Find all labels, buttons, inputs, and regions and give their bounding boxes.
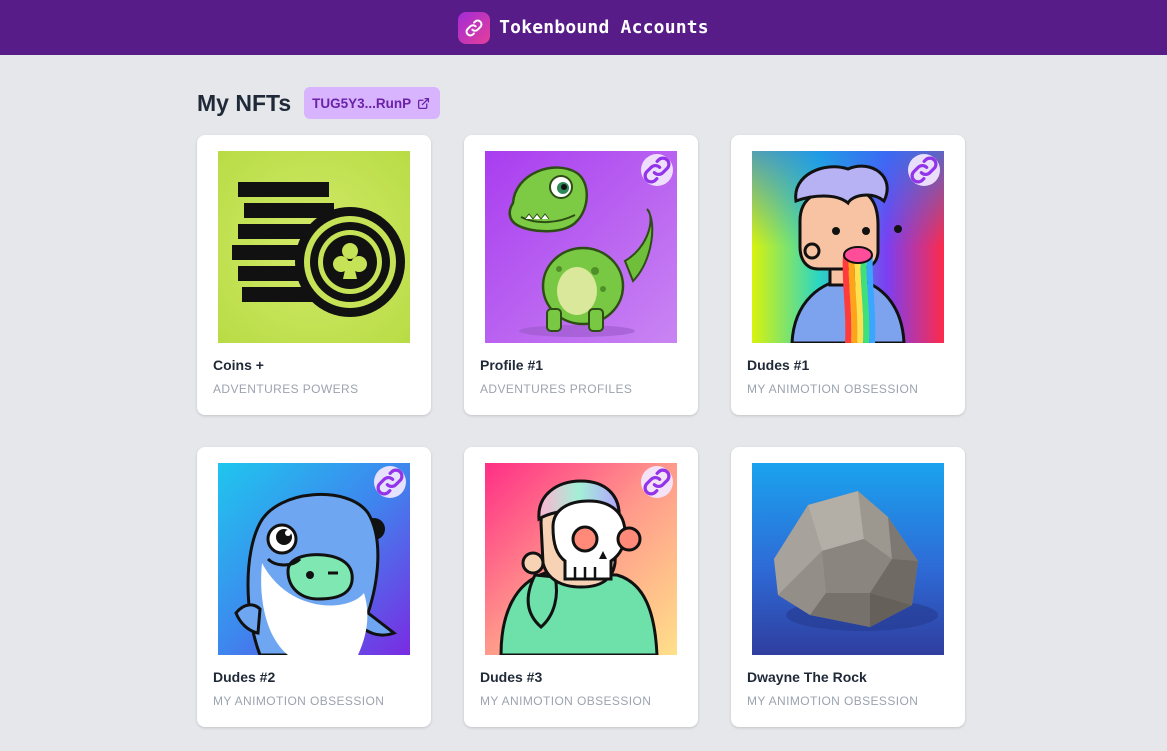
- nft-name: Dudes #1: [747, 357, 810, 373]
- nft-collection: ADVENTURES PROFILES: [480, 382, 633, 396]
- nft-collection: MY ANIMOTION OBSESSION: [747, 382, 919, 396]
- page-title: My NFTs: [197, 89, 292, 116]
- link-icon: [374, 463, 406, 578]
- chain-link-icon: [458, 11, 491, 44]
- nft-collection: MY ANIMOTION OBSESSION: [747, 694, 919, 708]
- linked-account-badge[interactable]: [908, 154, 940, 186]
- nft-card[interactable]: Dudes #2 MY ANIMOTION OBSESSION: [197, 447, 431, 727]
- linked-account-badge[interactable]: [641, 466, 673, 498]
- nft-name: Dwayne The Rock: [747, 669, 867, 685]
- wallet-address-chip[interactable]: TUG5Y3...RunP: [304, 87, 441, 119]
- linked-account-badge[interactable]: [374, 466, 406, 498]
- coin-stack-image: [218, 151, 410, 343]
- nft-card[interactable]: Dwayne The Rock MY ANIMOTION OBSESSION: [731, 447, 965, 727]
- nft-card[interactable]: Profile #1 ADVENTURES PROFILES: [464, 135, 698, 415]
- linked-account-badge[interactable]: [641, 154, 673, 186]
- skull-dude-image: [485, 463, 677, 655]
- top-bar: Tokenbound Accounts: [0, 0, 1167, 55]
- external-link-icon: [418, 97, 430, 109]
- page-heading: My NFTs TUG5Y3...RunP: [197, 87, 441, 119]
- nft-collection: MY ANIMOTION OBSESSION: [480, 694, 652, 708]
- nft-name: Dudes #3: [480, 669, 543, 685]
- nft-card[interactable]: Coins + ADVENTURES POWERS: [197, 135, 431, 415]
- dinosaur-image: [485, 151, 677, 343]
- nft-collection: MY ANIMOTION OBSESSION: [213, 694, 385, 708]
- link-icon: [641, 463, 673, 578]
- nft-card[interactable]: Dudes #1 MY ANIMOTION OBSESSION: [731, 135, 965, 415]
- brand[interactable]: Tokenbound Accounts: [458, 11, 709, 44]
- nft-card[interactable]: Dudes #3 MY ANIMOTION OBSESSION: [464, 447, 698, 727]
- nft-name: Coins +: [213, 357, 264, 373]
- nft-collection: ADVENTURES POWERS: [213, 382, 359, 396]
- link-icon: [641, 151, 673, 266]
- link-icon: [908, 151, 940, 266]
- app-title: Tokenbound Accounts: [499, 17, 709, 38]
- nft-name: Dudes #2: [213, 669, 276, 685]
- rock-image: [752, 463, 944, 655]
- wallet-address-label: TUG5Y3...RunP: [312, 95, 412, 111]
- whale-dude-image: [218, 463, 410, 655]
- nft-grid: Coins + ADVENTURES POWERS Profile #1 ADV…: [197, 135, 965, 727]
- nft-name: Profile #1: [480, 357, 544, 373]
- rainbow-dude-image: [752, 151, 944, 343]
